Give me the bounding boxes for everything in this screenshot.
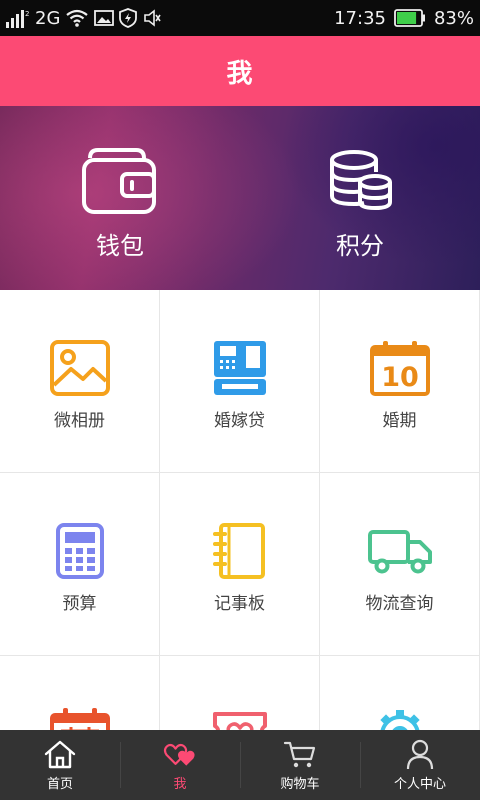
calculator-icon — [48, 521, 112, 581]
grid-item-heart-card[interactable] — [160, 656, 320, 730]
wallet-button[interactable]: 钱包 — [40, 142, 200, 261]
grid-item-wedding-loan[interactable]: 婚嫁贷 — [160, 290, 320, 473]
grid-item-wedding-date[interactable]: 10 婚期 — [320, 290, 480, 473]
grid-item-label: 微相册 — [54, 411, 105, 431]
wallet-icon — [80, 142, 160, 218]
cart-icon — [283, 738, 317, 770]
gear-icon — [368, 704, 432, 730]
cash-register-icon — [208, 338, 272, 398]
notebook-icon — [208, 521, 272, 581]
truck-icon — [367, 521, 432, 581]
svg-text:2: 2 — [25, 10, 29, 18]
wallet-label: 钱包 — [96, 232, 144, 260]
grid-item-label: 婚期 — [382, 411, 417, 431]
grid-item-calendar[interactable] — [0, 656, 160, 730]
status-bar: 2 2G 17:35 83% — [0, 0, 480, 36]
hearts-icon — [163, 738, 197, 770]
page-title: 我 — [226, 58, 254, 89]
header-bar: 我 — [0, 36, 480, 106]
battery-icon — [394, 9, 426, 27]
heart-card-icon — [208, 704, 272, 730]
tab-label: 首页 — [46, 777, 73, 792]
wifi-icon — [65, 8, 89, 28]
grid-item-label: 预算 — [62, 594, 97, 614]
tab-home[interactable]: 首页 — [0, 730, 120, 800]
coins-icon — [320, 142, 400, 218]
grid-item-label: 物流查询 — [365, 594, 434, 614]
tab-me[interactable]: 我 — [120, 730, 240, 800]
grid-item-label: 婚嫁贷 — [214, 411, 265, 431]
shield-icon — [119, 8, 138, 28]
status-left: 2 2G — [6, 6, 162, 30]
grid-item-settings[interactable] — [320, 656, 480, 730]
home-icon — [43, 738, 77, 770]
tab-label: 购物车 — [280, 777, 320, 792]
feature-grid: 微相册 婚嫁贷 10 婚期 预算 记事板 物流查询 — [0, 290, 480, 730]
account-banner: 钱包 积分 — [0, 106, 480, 290]
bottom-tab-bar: 首页 我 购物车 个人中心 — [0, 730, 480, 800]
person-icon — [403, 738, 437, 770]
mute-icon — [142, 9, 162, 27]
network-type: 2G — [35, 7, 61, 29]
photo-album-icon — [48, 338, 112, 398]
points-button[interactable]: 积分 — [280, 142, 440, 261]
grid-item-logistics[interactable]: 物流查询 — [320, 473, 480, 656]
status-right: 17:35 83% — [334, 6, 474, 30]
grid-item-photo-album[interactable]: 微相册 — [0, 290, 160, 473]
points-label: 积分 — [336, 232, 384, 260]
grid-item-label: 记事板 — [214, 594, 265, 614]
calendar-icon: 10 — [368, 338, 432, 398]
tab-profile[interactable]: 个人中心 — [360, 730, 480, 800]
grid-item-budget[interactable]: 预算 — [0, 473, 160, 656]
calendar-day-number: 10 — [381, 362, 419, 393]
calendar-red-icon — [48, 704, 112, 730]
clock: 17:35 — [334, 7, 386, 29]
signal-icon: 2 — [6, 8, 30, 28]
grid-item-notepad[interactable]: 记事板 — [160, 473, 320, 656]
tab-cart[interactable]: 购物车 — [240, 730, 360, 800]
tab-label: 我 — [173, 777, 187, 792]
image-icon — [94, 9, 115, 27]
tab-label: 个人中心 — [393, 777, 446, 792]
battery-percent: 83% — [433, 7, 474, 29]
